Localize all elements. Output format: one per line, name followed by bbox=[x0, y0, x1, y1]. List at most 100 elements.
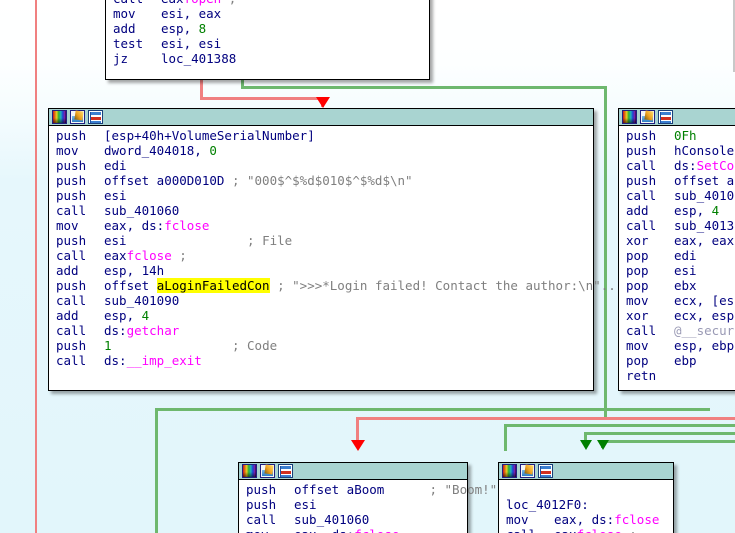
operand: edi bbox=[104, 158, 127, 173]
operand: [esp+40h+VolumeSerialNumber] bbox=[104, 128, 315, 143]
operand: eax, ds: bbox=[554, 512, 615, 527]
asm-line: retn bbox=[619, 368, 735, 383]
edge-true-top-horizontal bbox=[241, 86, 605, 89]
numeric-literal: 4 bbox=[711, 203, 720, 218]
node-titlebar-main[interactable] bbox=[49, 109, 593, 126]
api-name[interactable]: SetCo bbox=[697, 158, 735, 173]
api-name[interactable]: fclose bbox=[354, 527, 399, 533]
operand: sub_401090 bbox=[104, 293, 180, 308]
mnemonic: retn bbox=[626, 368, 657, 383]
asm-line: pop edi bbox=[619, 248, 735, 263]
mnemonic: push bbox=[56, 338, 87, 353]
numeric-literal: 1 bbox=[104, 338, 112, 353]
asm-line: call ds:SetCo bbox=[619, 158, 735, 173]
asm-line: push offset a bbox=[619, 173, 735, 188]
mnemonic: mov bbox=[506, 512, 529, 527]
operand: dword_404018, bbox=[104, 143, 210, 158]
block-label-loc4012f0: loc_4012F0: bbox=[506, 497, 589, 512]
asm-line: pop ebp bbox=[619, 353, 735, 368]
asm-line: add esp, 4 bbox=[619, 203, 735, 218]
mnemonic: add bbox=[113, 21, 136, 36]
api-name[interactable]: getchar bbox=[127, 323, 180, 338]
api-name[interactable]: fclose bbox=[127, 248, 172, 263]
mnemonic: pop bbox=[626, 278, 649, 293]
asm-line: call eaxfclose ; bbox=[49, 248, 593, 263]
api-name[interactable]: __imp_exit bbox=[127, 353, 202, 368]
block-boom[interactable]: push offset aBoom ; "Boom!" push esi call sub… bbox=[238, 462, 497, 533]
color-palette-icon[interactable] bbox=[622, 110, 637, 124]
operand: esi bbox=[294, 497, 317, 512]
api-name[interactable]: fclose bbox=[577, 527, 622, 533]
block-set-console-epilogue[interactable]: push 0Fh push hConsole call ds:SetCo push offse… bbox=[618, 108, 735, 391]
operand: esp, ebp bbox=[674, 338, 735, 353]
asm-line: push edi bbox=[49, 158, 593, 173]
dimmed-symbol[interactable]: @__secur bbox=[674, 323, 734, 338]
api-name[interactable]: fclose bbox=[614, 512, 659, 527]
mnemonic: call bbox=[56, 323, 87, 338]
node-titlebar-loc4012f0[interactable] bbox=[499, 463, 673, 480]
api-name[interactable]: fclose bbox=[164, 218, 209, 233]
highlighted-symbol[interactable]: aLoginFailedCon bbox=[156, 278, 270, 293]
edit-image-icon[interactable] bbox=[70, 110, 85, 124]
mnemonic: push bbox=[56, 158, 87, 173]
asm-line: mov esi, eax bbox=[106, 6, 429, 21]
mnemonic: call bbox=[56, 203, 87, 218]
operand: edi bbox=[674, 248, 697, 263]
edge-true-bottom-h2 bbox=[585, 432, 735, 435]
edit-image-icon[interactable] bbox=[260, 464, 275, 478]
operand: esi bbox=[104, 233, 127, 248]
graph-layout-icon[interactable] bbox=[88, 110, 103, 124]
edge-false-bottom-horizontal bbox=[357, 417, 735, 420]
operand: eax, ds: bbox=[294, 527, 354, 533]
graph-layout-icon[interactable] bbox=[538, 464, 553, 478]
comment-separator: ; bbox=[622, 527, 645, 533]
mnemonic: push bbox=[56, 188, 87, 203]
operand: eax, eax bbox=[674, 233, 735, 248]
asm-line: mov esp, ebp bbox=[619, 338, 735, 353]
mnemonic: pop bbox=[626, 248, 649, 263]
comment: "000$^$%d$010$^$%d$\n" bbox=[247, 173, 413, 188]
asm-line: add esp, 14h bbox=[49, 263, 593, 278]
mnemonic: mov bbox=[113, 6, 136, 21]
edge-true-bottom-h3 bbox=[602, 440, 735, 443]
comment-separator: ; bbox=[247, 233, 263, 248]
comment: Code bbox=[247, 338, 278, 353]
asm-line: mov eax, ds:fclose bbox=[49, 218, 593, 233]
graph-canvas[interactable]: calleaxfopen ; movesi, eaxaddesp, 8teste… bbox=[0, 0, 735, 533]
asm-line: jz loc_401388 bbox=[106, 51, 429, 66]
mnemonic: call bbox=[56, 293, 87, 308]
mnemonic: call bbox=[506, 527, 554, 533]
operand: ecx, esp bbox=[674, 308, 735, 323]
mnemonic: push bbox=[626, 173, 657, 188]
mnemonic: add bbox=[56, 263, 79, 278]
mnemonic: add bbox=[626, 203, 649, 218]
color-palette-icon[interactable] bbox=[502, 464, 517, 478]
color-palette-icon[interactable] bbox=[52, 110, 67, 124]
edit-image-icon[interactable] bbox=[520, 464, 535, 478]
asm-line: xor ecx, esp bbox=[619, 308, 735, 323]
operand: esp, bbox=[674, 203, 712, 218]
mnemonic: xor bbox=[626, 233, 649, 248]
color-palette-icon[interactable] bbox=[242, 464, 257, 478]
operand: offset a bbox=[674, 173, 735, 188]
operand: ds: bbox=[104, 323, 127, 338]
node-titlebar-right[interactable] bbox=[619, 109, 735, 126]
mnemonic: mov bbox=[626, 338, 649, 353]
graph-layout-icon[interactable] bbox=[278, 464, 293, 478]
node-titlebar-boom[interactable] bbox=[239, 463, 467, 480]
block-login-failed[interactable]: push [esp+40h+VolumeSerialNumber] mov dword… bbox=[48, 108, 623, 391]
asm-line: push offset a000D010D ; "000$^$%d$010$^$%… bbox=[49, 173, 593, 188]
asm-line: test esi, esi bbox=[106, 36, 429, 51]
asm-line: call ds:getchar bbox=[49, 323, 593, 338]
operand: esi, eax bbox=[161, 6, 222, 21]
asm-line: mov eax, ds:fclose bbox=[499, 512, 673, 527]
block-loc-4012f0[interactable]: loc_4012F0: moveax, ds:fclosecalleaxfclo… bbox=[498, 462, 674, 533]
operand: esi bbox=[674, 263, 697, 278]
asm-line: push offset aBoom ; "Boom!" bbox=[239, 482, 497, 497]
edit-image-icon[interactable] bbox=[640, 110, 655, 124]
code-body-main: push [esp+40h+VolumeSerialNumber] mov dword… bbox=[49, 126, 623, 371]
asm-line: pop ebx bbox=[619, 278, 735, 293]
graph-layout-icon[interactable] bbox=[658, 110, 673, 124]
mnemonic: add bbox=[56, 308, 79, 323]
block-fopen-check[interactable]: calleaxfopen ; movesi, eaxaddesp, 8teste… bbox=[105, 0, 430, 80]
